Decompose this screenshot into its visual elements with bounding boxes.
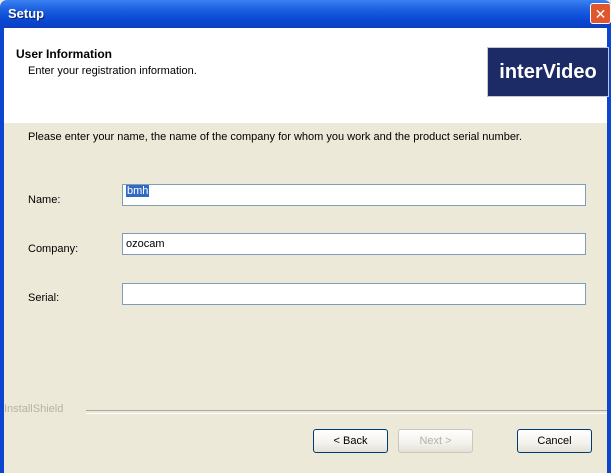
- company-value: ozocam: [126, 238, 165, 250]
- cancel-button[interactable]: Cancel: [517, 429, 592, 453]
- serial-label: Serial:: [28, 292, 60, 304]
- name-value: bmh: [126, 185, 150, 197]
- window-title: Setup: [8, 6, 45, 21]
- installshield-brand: InstallShield: [4, 403, 64, 415]
- page-subtitle: Enter your registration information.: [28, 65, 197, 77]
- title-bar: Setup ✕: [0, 0, 611, 28]
- serial-field[interactable]: [122, 283, 586, 305]
- instructions-text: Please enter your name, the name of the …: [28, 131, 523, 143]
- header-panel: User Information Enter your registration…: [4, 28, 609, 123]
- footer-divider: [86, 410, 607, 414]
- company-label: Company:: [28, 243, 79, 255]
- header-divider: [4, 122, 607, 123]
- intervideo-logo: interVideo: [487, 47, 609, 97]
- back-button[interactable]: < Back: [313, 429, 388, 453]
- page-title: User Information: [16, 47, 113, 61]
- next-button[interactable]: Next >: [398, 429, 473, 453]
- name-field[interactable]: bmh: [122, 184, 586, 206]
- company-field[interactable]: ozocam: [122, 233, 586, 255]
- close-icon[interactable]: ✕: [590, 3, 611, 24]
- name-label: Name:: [28, 194, 61, 206]
